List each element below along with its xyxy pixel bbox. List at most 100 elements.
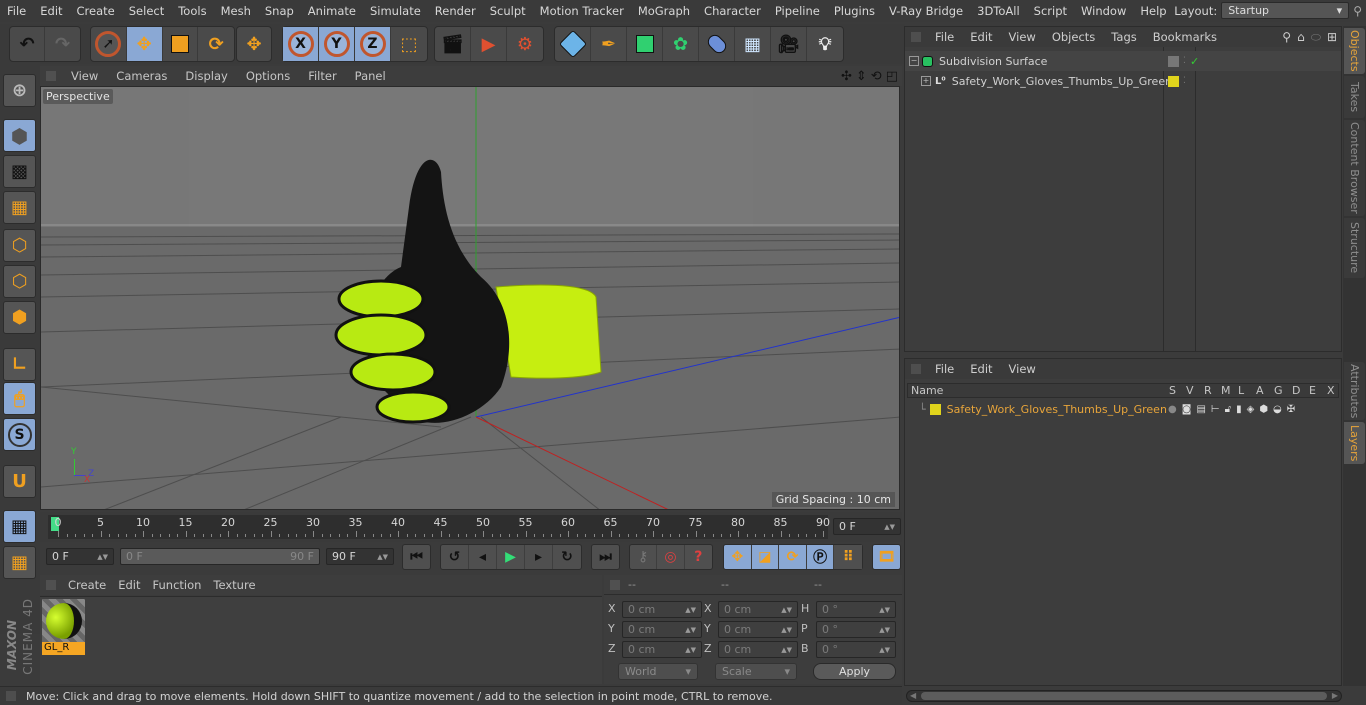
panel-grip-icon[interactable] [610,580,620,590]
panel-grip-icon[interactable] [46,580,56,590]
key-scale-button[interactable]: ◪ [752,545,780,569]
tweak-mode-button[interactable]: 🖱︎ [3,382,36,415]
layer-row[interactable]: └ Safety_Work_Gloves_Thumbs_Up_Green ● ◙… [905,399,1341,419]
enabled-check-icon[interactable]: ✓ [1190,55,1199,68]
editor-render-toggle[interactable] [1168,55,1179,67]
coord-value-field[interactable]: 0 cm ▲▼ [622,641,702,658]
menu-select[interactable]: Select [122,4,171,18]
pen-tool-button[interactable]: ✒ [591,27,627,61]
dolly-view-icon[interactable]: ⇕ [856,69,867,84]
animation-toggle-icon[interactable]: ▮ [1236,404,1242,415]
search-icon[interactable]: ⚲ [1282,30,1291,45]
key-position-button[interactable]: ✥ [724,545,752,569]
enable-axis-button[interactable]: ∟ [3,348,36,381]
layer-color-swatch[interactable] [929,403,941,415]
viewport-menu-view[interactable]: View [62,69,107,83]
menu-mesh[interactable]: Mesh [214,4,258,18]
column-m[interactable]: M [1221,384,1231,397]
home-icon[interactable]: ⌂ [1297,30,1305,45]
layer-menu-view[interactable]: View [1001,362,1044,376]
menu-snap[interactable]: Snap [258,4,301,18]
menu-edit[interactable]: Edit [33,4,69,18]
key-parameter-button[interactable]: Ⓟ [807,545,835,569]
preview-range-slider[interactable]: 0 F 90 F [120,548,320,565]
layer-name[interactable]: Safety_Work_Gloves_Thumbs_Up_Green [947,403,1167,416]
menu-tools[interactable]: Tools [171,4,213,18]
object-menu-file[interactable]: File [927,30,962,44]
maximize-view-icon[interactable]: ◰ [886,69,898,84]
column-a[interactable]: A [1256,384,1264,397]
layer-color-swatch[interactable] [1168,75,1179,87]
column-r[interactable]: R [1204,384,1212,397]
panel-grip-icon[interactable] [911,364,921,374]
floor-button[interactable]: ▦ [735,27,771,61]
object-name[interactable]: Subdivision Surface [939,55,1047,68]
column-d[interactable]: D [1292,384,1300,397]
object-menu-bookmarks[interactable]: Bookmarks [1145,30,1225,44]
material-menu-function[interactable]: Function [147,578,208,592]
edges-mode-button[interactable]: ⬡ [3,265,36,298]
menu-character[interactable]: Character [697,4,768,18]
viewport-menu-cameras[interactable]: Cameras [107,69,176,83]
x-axis-lock-button[interactable]: X [283,27,319,61]
viewport-menu-filter[interactable]: Filter [299,69,345,83]
column-x[interactable]: X [1327,384,1335,397]
object-menu-edit[interactable]: Edit [962,30,1000,44]
texture-mode-button[interactable]: ▩ [3,155,36,188]
deformers-toggle-icon[interactable]: ⬢ [1259,404,1268,415]
collapse-icon[interactable]: − [909,56,919,66]
layer-menu-edit[interactable]: Edit [962,362,1000,376]
workplane-rotate-button[interactable]: ▦ [3,546,36,579]
coord-value-field[interactable]: 0 cm ▲▼ [622,621,702,638]
coord-value-field[interactable]: 0 ° ▲▼ [816,621,896,638]
visibility-dots-icon[interactable]: ⁚ [1183,76,1186,86]
tab-structure[interactable]: Structure [1344,218,1365,278]
workplane-mode-button[interactable]: ▦ [3,191,36,224]
coord-value-field[interactable]: 0 ° ▲▼ [816,641,896,658]
autokey-button[interactable]: ◎ [657,545,685,569]
cloner-button[interactable]: ✿ [663,27,699,61]
search-icon[interactable]: ⚲ [1353,4,1362,18]
3d-viewport[interactable]: Perspective Y Z X Grid Spacing : 10 cm [40,86,900,510]
tab-content-browser[interactable]: Content Browser [1344,120,1365,216]
xrefs-toggle-icon[interactable]: ✠ [1287,404,1295,415]
menu-script[interactable]: Script [1027,4,1074,18]
next-key-button[interactable]: ↻ [553,545,581,569]
key-rotation-button[interactable]: ⟳ [779,545,807,569]
menu-window[interactable]: Window [1074,4,1133,18]
render-picture-viewer-button[interactable]: ▶ [471,27,507,61]
column-s[interactable]: S [1169,384,1176,397]
next-frame-button[interactable]: ▸ [525,545,553,569]
z-axis-lock-button[interactable]: Z [355,27,391,61]
new-window-icon[interactable]: ⊞ [1327,30,1337,45]
generators-toggle-icon[interactable]: ◈ [1247,404,1255,415]
move-tool-button[interactable]: ✥ [126,27,163,61]
live-selection-button[interactable]: ➚ [91,27,127,61]
column-g[interactable]: G [1274,384,1283,397]
layer-menu-file[interactable]: File [927,362,962,376]
viewport-menu-options[interactable]: Options [237,69,299,83]
orbit-view-icon[interactable]: ⟲ [871,69,882,84]
tab-objects[interactable]: Objects [1344,28,1365,74]
coordinate-system-button[interactable]: ⬚ [391,27,427,61]
menu-render[interactable]: Render [428,4,483,18]
object-menu-objects[interactable]: Objects [1044,30,1103,44]
points-mode-button[interactable]: ⬡ [3,229,36,262]
undo-button[interactable]: ↶ [10,27,46,61]
deformer-button[interactable] [699,27,735,61]
coordinate-mode-select[interactable]: World ▾ [618,663,698,680]
coord-value-field[interactable]: 0 cm ▲▼ [718,641,798,658]
column-l[interactable]: L [1238,384,1244,397]
expand-icon[interactable]: + [921,76,931,86]
visibility-dots-icon[interactable]: ⁚ [1183,56,1186,66]
render-settings-button[interactable]: ⚙ [507,27,543,61]
menu-mograph[interactable]: MoGraph [631,4,697,18]
previous-key-button[interactable]: ↺ [441,545,469,569]
camera-button[interactable]: 🎥︎ [771,27,807,61]
workplane-lock-button[interactable]: ▦ [3,510,36,543]
menu-simulate[interactable]: Simulate [363,4,428,18]
panel-grip-icon[interactable] [911,32,921,42]
object-name[interactable]: Safety_Work_Gloves_Thumbs_Up_Green [952,75,1172,88]
panel-grip-icon[interactable] [46,71,56,81]
menu-pipeline[interactable]: Pipeline [768,4,827,18]
